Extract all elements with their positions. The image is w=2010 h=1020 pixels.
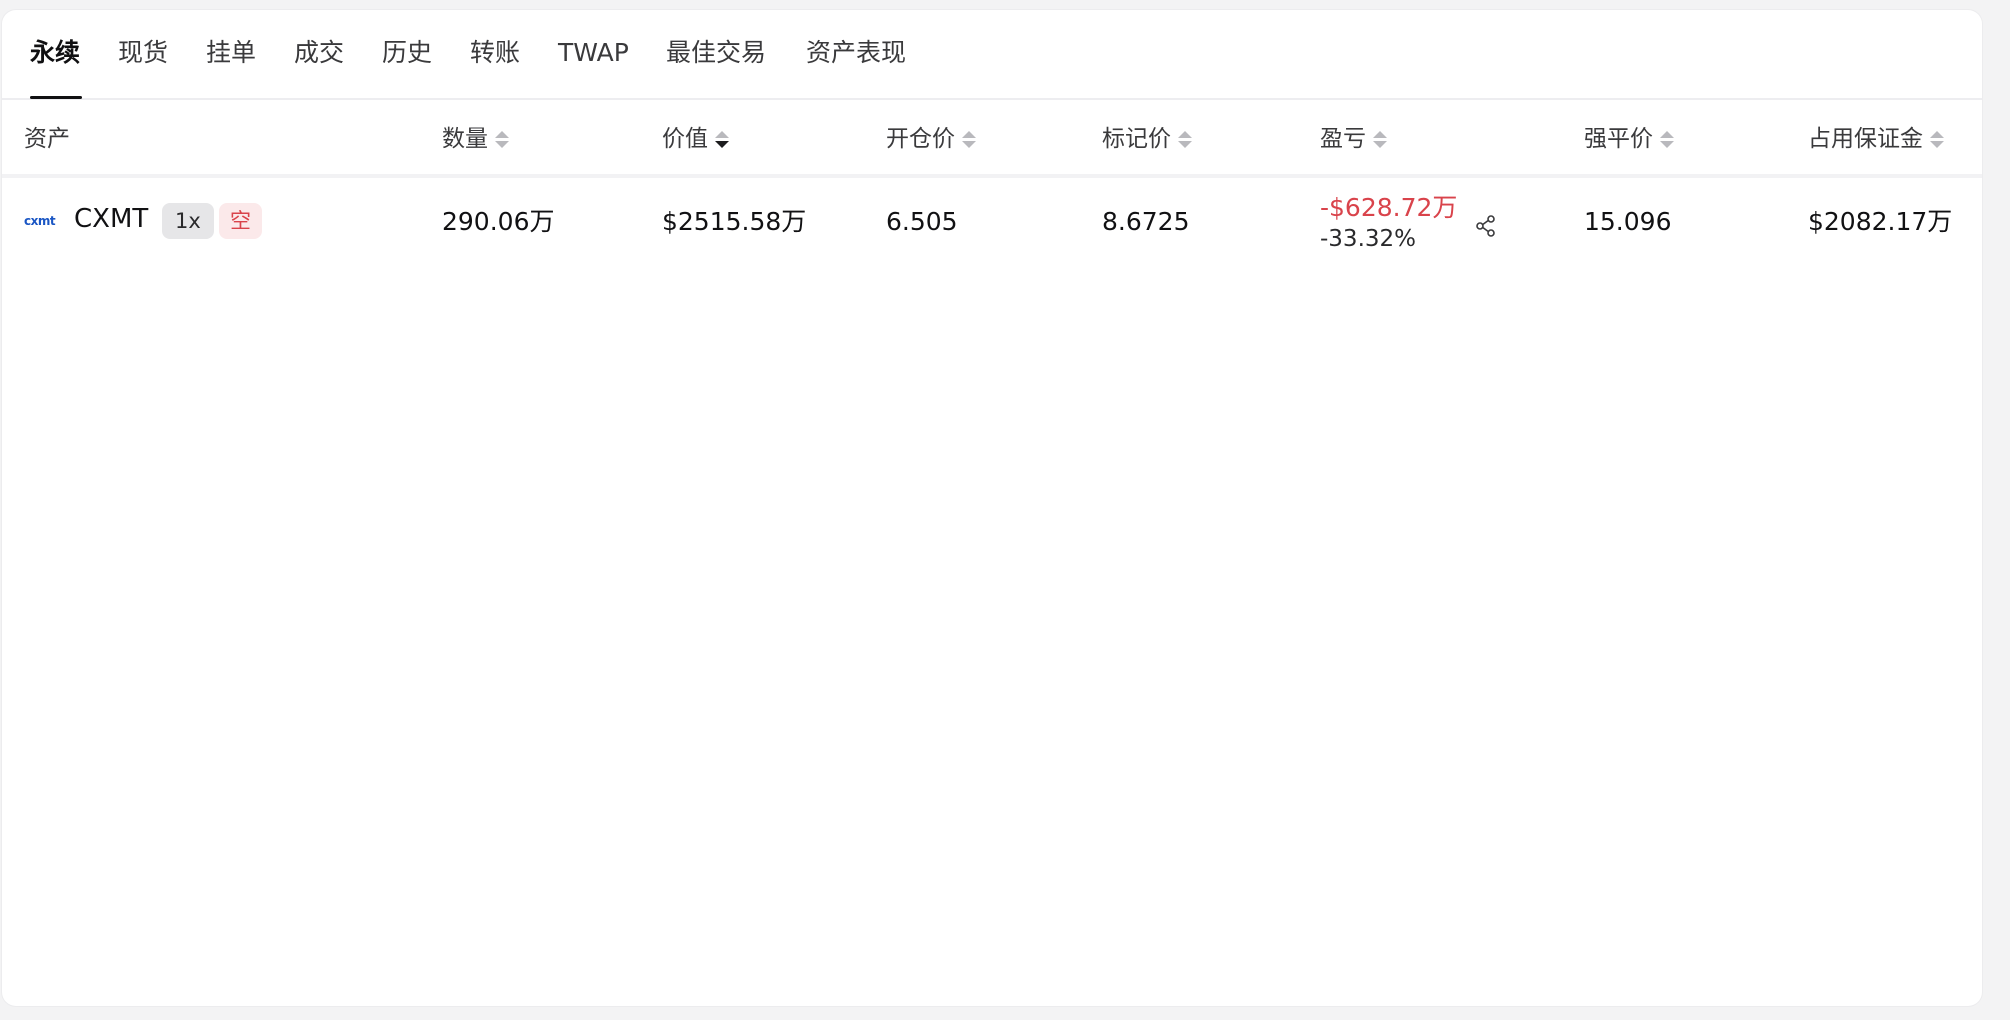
sort-icon: [1373, 130, 1387, 148]
col-pnl[interactable]: 盈亏: [1320, 124, 1387, 154]
table-row[interactable]: cxmt CXMT 1x 空 290.06万 $2515.58万 6.505 8…: [2, 178, 1982, 268]
col-quantity-label: 数量: [442, 126, 488, 152]
entry-price-value: 6.505: [886, 207, 958, 236]
tab-bar: 永续 现货 挂单 成交 历史 转账 TWAP 最佳交易 资产表现: [2, 10, 1982, 100]
margin-value: $2082.17万: [1808, 207, 1953, 236]
col-value-label: 价值: [662, 126, 708, 152]
tab-twap[interactable]: TWAP: [558, 36, 629, 70]
asset-logo: cxmt: [24, 214, 56, 228]
pnl-percent: -33.32%: [1320, 226, 1416, 252]
asset-name[interactable]: CXMT: [74, 204, 148, 234]
quantity-value: 290.06万: [442, 207, 555, 236]
tab-history[interactable]: 历史: [382, 36, 432, 70]
mark-price-value: 8.6725: [1102, 207, 1190, 236]
sort-icon: [495, 130, 509, 148]
tab-fills[interactable]: 成交: [294, 36, 344, 70]
col-quantity[interactable]: 数量: [442, 124, 509, 154]
liq-price-value: 15.096: [1584, 207, 1672, 236]
col-liq-price[interactable]: 强平价: [1584, 124, 1674, 154]
col-entry-price-label: 开仓价: [886, 126, 955, 152]
active-tab-indicator: [30, 96, 82, 99]
sort-icon: [1660, 130, 1674, 148]
positions-panel: 永续 现货 挂单 成交 历史 转账 TWAP 最佳交易 资产表现 资产 数量 价…: [2, 10, 1982, 1006]
tab-spot[interactable]: 现货: [118, 36, 168, 70]
tab-open-orders[interactable]: 挂单: [206, 36, 256, 70]
tab-asset-performance[interactable]: 资产表现: [806, 36, 906, 70]
col-asset: 资产: [24, 124, 70, 154]
sort-icon: [1178, 130, 1192, 148]
pnl-value: -$628.72万: [1320, 193, 1458, 222]
sort-desc-icon: [715, 130, 729, 148]
share-icon[interactable]: [1474, 214, 1498, 238]
side-badge: 空: [219, 203, 262, 239]
col-pnl-label: 盈亏: [1320, 126, 1366, 152]
col-margin[interactable]: 占用保证金: [1808, 124, 1944, 154]
col-entry-price[interactable]: 开仓价: [886, 124, 976, 154]
sort-icon: [1930, 130, 1944, 148]
col-margin-label: 占用保证金: [1808, 126, 1923, 152]
sort-icon: [962, 130, 976, 148]
col-value[interactable]: 价值: [662, 124, 729, 154]
value-value: $2515.58万: [662, 207, 807, 236]
col-asset-label: 资产: [24, 126, 70, 152]
col-mark-price-label: 标记价: [1102, 126, 1171, 152]
table-header: 资产 数量 价值 开仓价 标记价 盈亏 强平价 占用保证金: [2, 100, 1982, 178]
tab-perpetual[interactable]: 永续: [30, 36, 80, 70]
tab-best-trades[interactable]: 最佳交易: [666, 36, 766, 70]
col-mark-price[interactable]: 标记价: [1102, 124, 1192, 154]
col-liq-price-label: 强平价: [1584, 126, 1653, 152]
tab-transfers[interactable]: 转账: [470, 36, 520, 70]
leverage-badge: 1x: [162, 203, 214, 239]
